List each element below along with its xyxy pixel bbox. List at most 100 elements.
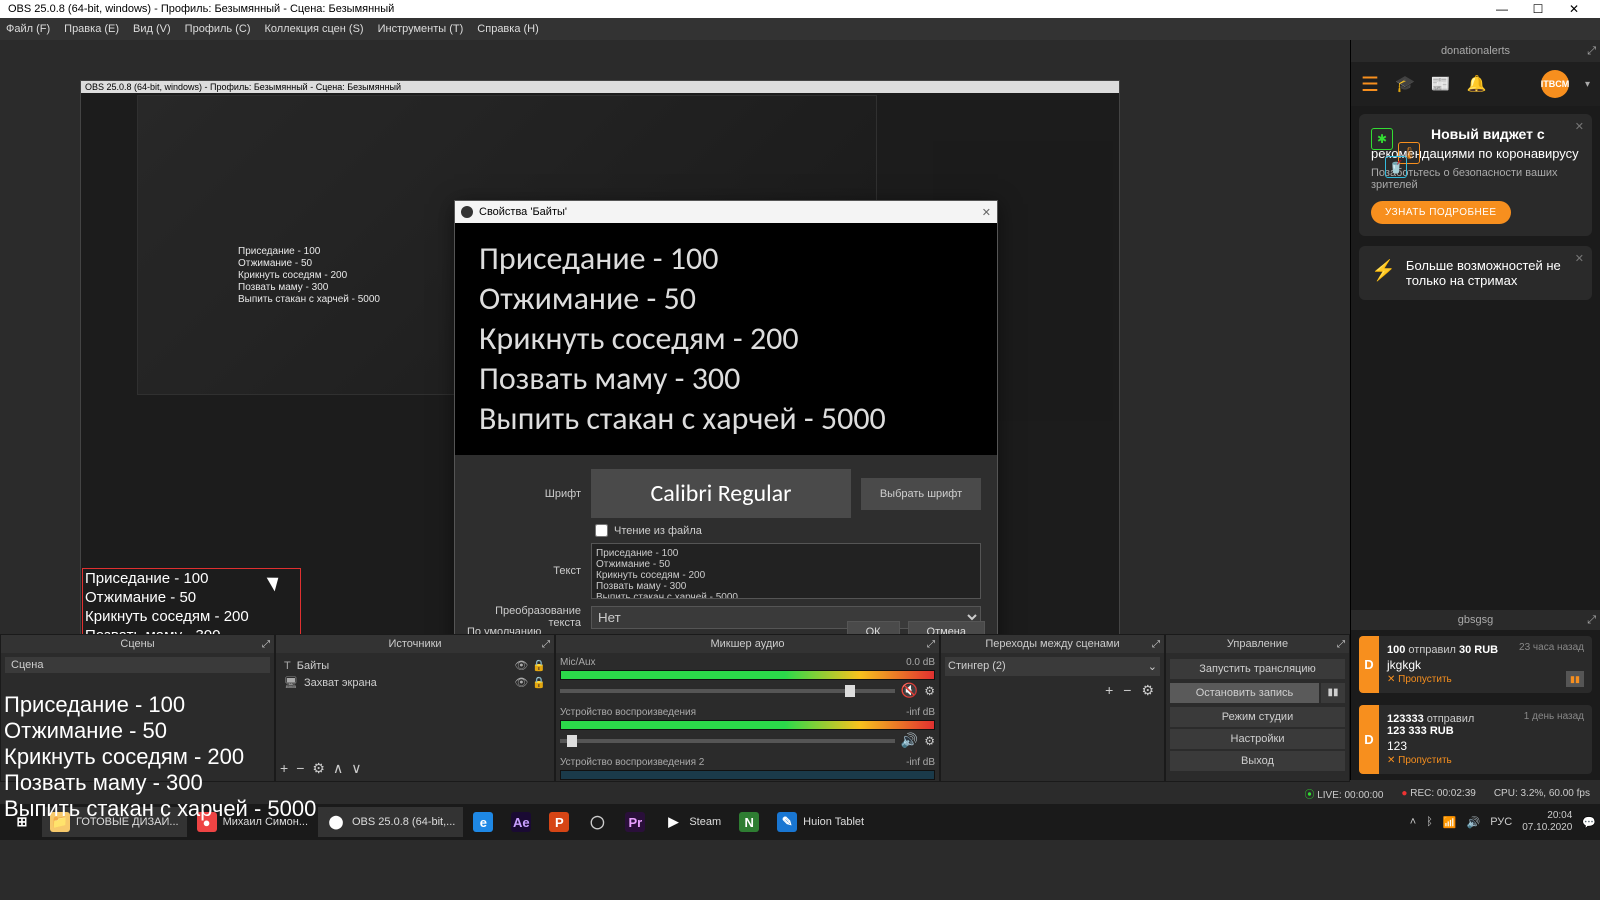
taskbar-item-huion[interactable]: ✎Huion Tablet	[769, 807, 872, 837]
lock-icon[interactable]: 🔒	[532, 676, 546, 689]
tray-notifications-icon[interactable]: 💬	[1582, 816, 1596, 829]
tray-clock[interactable]: 20:0407.10.2020	[1522, 810, 1572, 834]
feed-name: 123	[1387, 739, 1584, 753]
virus-icon: ✱	[1371, 128, 1393, 150]
undock-icon[interactable]: ⤢	[1587, 45, 1596, 58]
audio-meter	[560, 720, 935, 730]
source-item[interactable]: TБайты👁🔒	[280, 657, 550, 674]
feed-header[interactable]: gbsgsg ⤢	[1351, 610, 1600, 630]
add-transition-button[interactable]: +	[1105, 682, 1113, 699]
taskbar-item-obs[interactable]: ⬤OBS 25.0.8 (64-bit,...	[318, 807, 463, 837]
window-title: OBS 25.0.8 (64-bit, windows) - Профиль: …	[8, 3, 394, 15]
visibility-icon[interactable]: 👁	[514, 676, 528, 689]
feed-skip-button[interactable]: ✕ Пропустить	[1387, 755, 1584, 766]
tray-language[interactable]: РУС	[1490, 816, 1512, 828]
move-up-button[interactable]: ∧	[333, 760, 343, 777]
dialog-close-button[interactable]: ✕	[982, 206, 991, 219]
volume-slider[interactable]	[560, 689, 895, 693]
studio-mode-button[interactable]: Режим студии	[1170, 707, 1345, 727]
transition-select[interactable]: Стингер (2)⌄	[945, 657, 1160, 676]
education-icon[interactable]: 🎓	[1395, 74, 1415, 94]
menu-scenes[interactable]: Коллекция сцен (S)	[264, 23, 363, 35]
pause-recording-button[interactable]: ▮▮	[1321, 683, 1345, 703]
undock-icon[interactable]: ⤢	[1587, 614, 1596, 627]
window-close-button[interactable]: ✕	[1556, 2, 1592, 16]
card-close-icon[interactable]: ✕	[1575, 252, 1584, 265]
feed-pause-button[interactable]: ▮▮	[1566, 671, 1584, 687]
transition-settings-button[interactable]: ⚙	[1141, 682, 1154, 699]
undock-icon[interactable]: ⤢	[262, 639, 270, 650]
da-header[interactable]: donationalerts ⤢	[1351, 40, 1600, 62]
text-content-textarea[interactable]	[591, 543, 981, 599]
read-from-file-checkbox[interactable]	[595, 524, 608, 537]
learn-more-button[interactable]: УЗНАТЬ ПОДРОБНЕЕ	[1371, 201, 1511, 224]
rec-status-icon: ●	[1401, 788, 1407, 799]
system-tray[interactable]: ˄ ᛒ 📶 🔊 РУС 20:0407.10.2020 💬	[1410, 810, 1596, 834]
source-item[interactable]: 🖥Захват экрана👁🔒	[280, 674, 550, 691]
read-from-file-label: Чтение из файла	[614, 525, 702, 537]
menu-help[interactable]: Справка (H)	[477, 23, 538, 35]
tray-volume-icon[interactable]: 🔊	[1467, 816, 1481, 829]
widget-icons: ✱ 🌡 🥤	[1371, 128, 1422, 172]
donationalerts-panel: donationalerts ⤢ ☰ 🎓 📰 🔔 ITBCM ▾ ✕ ✱ 🌡 🥤…	[1350, 40, 1600, 780]
hamburger-icon[interactable]: ☰	[1361, 72, 1379, 97]
undock-icon[interactable]: ⤢	[542, 639, 550, 650]
chevron-down-icon[interactable]: ▾	[1585, 79, 1590, 90]
exit-button[interactable]: Выход	[1170, 751, 1345, 771]
menu-file[interactable]: Файл (F)	[6, 23, 50, 35]
font-name-display: Calibri Regular	[591, 469, 851, 518]
menu-profile[interactable]: Профиль (C)	[185, 23, 251, 35]
undock-icon[interactable]: ⤢	[927, 639, 935, 650]
rec-status: REC: 00:02:39	[1410, 788, 1476, 799]
mixer-channel: Устройство воспроизведения-inf dB 🔊⚙	[560, 707, 935, 749]
feed-skip-button[interactable]: ✕ Пропустить	[1387, 674, 1584, 685]
undock-icon[interactable]: ⤢	[1337, 639, 1345, 650]
menu-edit[interactable]: Правка (E)	[64, 23, 119, 35]
start-streaming-button[interactable]: Запустить трансляцию	[1170, 659, 1345, 679]
window-maximize-button[interactable]: ☐	[1520, 2, 1556, 16]
menu-tools[interactable]: Инструменты (T)	[378, 23, 464, 35]
taskbar-item[interactable]: N	[731, 807, 767, 837]
scene-item[interactable]: Сцена	[5, 657, 270, 673]
taskbar-item-steam[interactable]: ▶Steam	[655, 807, 729, 837]
mixer-channel: Mic/Aux0.0 dB 🔇⚙	[560, 657, 935, 699]
text-label: Текст	[471, 565, 581, 577]
mute-icon[interactable]: 🔇	[901, 682, 918, 699]
card-close-icon[interactable]: ✕	[1575, 120, 1584, 133]
da-top-nav: ☰ 🎓 📰 🔔 ITBCM ▾	[1351, 62, 1600, 106]
avatar[interactable]: ITBCM	[1541, 70, 1569, 98]
tray-bluetooth-icon[interactable]: ᛒ	[1426, 816, 1433, 828]
choose-font-button[interactable]: Выбрать шрифт	[861, 478, 981, 510]
overlay-text-list: Приседание - 100 Отжимание - 50 Крикнуть…	[4, 692, 316, 822]
feed-time: 23 часа назад	[1519, 642, 1584, 653]
dialog-title-bar[interactable]: Свойства 'Байты' ✕	[455, 201, 997, 223]
gear-icon[interactable]: ⚙	[924, 734, 935, 748]
live-status-icon: ⦿	[1304, 790, 1314, 801]
lock-icon[interactable]: 🔒	[532, 659, 546, 672]
taskbar-item[interactable]: ◯	[579, 807, 615, 837]
visibility-icon[interactable]: 👁	[514, 659, 528, 672]
display-source-icon: 🖥	[284, 676, 298, 689]
speaker-icon[interactable]: 🔊	[901, 732, 918, 749]
taskbar-item-pr[interactable]: Pr	[617, 807, 653, 837]
taskbar-item-pp[interactable]: P	[541, 807, 577, 837]
move-down-button[interactable]: ∨	[351, 760, 361, 777]
window-minimize-button[interactable]: —	[1484, 2, 1520, 16]
gear-icon[interactable]: ⚙	[924, 684, 935, 698]
da-widget-card: ✕ ✱ 🌡 🥤 Новый виджет с рекомендациями по…	[1359, 114, 1592, 236]
feed-item[interactable]: D 100 отправил 30 RUB jkgkgk ✕ Пропустит…	[1359, 636, 1592, 693]
volume-slider[interactable]	[560, 739, 895, 743]
taskbar-item-edge[interactable]: e	[465, 807, 501, 837]
taskbar-item-ae[interactable]: Ae	[503, 807, 539, 837]
menu-view[interactable]: Вид (V)	[133, 23, 171, 35]
stop-recording-button[interactable]: Остановить запись	[1170, 683, 1319, 703]
news-icon[interactable]: 📰	[1431, 74, 1451, 94]
tray-chevron-up-icon[interactable]: ˄	[1410, 816, 1416, 828]
feed-item[interactable]: D 123333 отправил 123 333 RUB 123 ✕ Проп…	[1359, 705, 1592, 774]
tray-wifi-icon[interactable]: 📶	[1443, 816, 1457, 829]
settings-button[interactable]: Настройки	[1170, 729, 1345, 749]
bell-icon[interactable]: 🔔	[1467, 74, 1487, 94]
transitions-dock-title: Переходы между сценами	[985, 638, 1119, 650]
undock-icon[interactable]: ⤢	[1152, 639, 1160, 650]
remove-transition-button[interactable]: −	[1123, 682, 1131, 699]
